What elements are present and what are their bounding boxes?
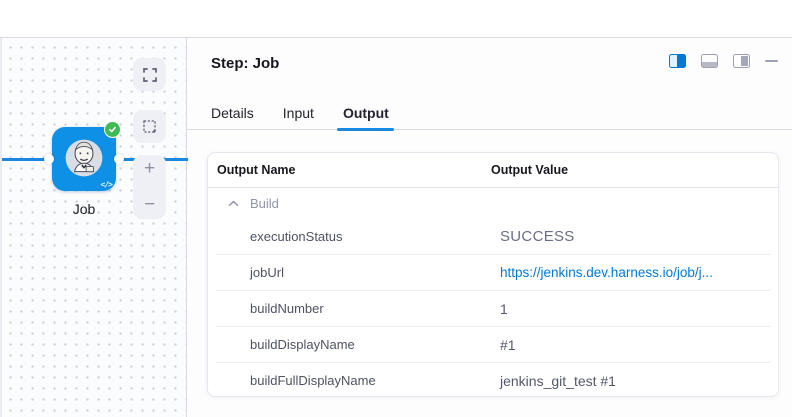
tab-output[interactable]: Output [343, 96, 389, 130]
output-value-link[interactable]: https://jenkins.dev.harness.io/job/j... [500, 265, 713, 280]
marquee-select-icon [142, 119, 158, 135]
pipeline-canvas[interactable]: </> Job + − [0, 38, 188, 417]
step-detail-panel: Step: Job Details Input Output Output Na… [186, 38, 792, 417]
table-header-row: Output Name Output Value [208, 153, 778, 188]
page-title: Step: Job [211, 55, 279, 72]
zoom-in-button[interactable]: + [144, 161, 155, 177]
output-name: jobUrl [216, 265, 500, 280]
column-header-output-value: Output Value [491, 163, 568, 177]
jenkins-mascot-icon [63, 137, 105, 179]
output-value: jenkins_git_test #1 [500, 373, 616, 389]
table-row: buildNumber 1 [216, 290, 770, 326]
top-header-bar [0, 0, 792, 38]
fullscreen-icon [142, 67, 158, 83]
minimize-panel-icon[interactable] [765, 60, 778, 63]
layout-split-right-icon[interactable] [733, 54, 750, 68]
canvas-select-button[interactable] [133, 110, 166, 143]
output-name: executionStatus [216, 229, 500, 244]
table-row: jobUrl https://jenkins.dev.harness.io/jo… [216, 254, 770, 290]
layout-split-horizontal-icon[interactable] [701, 54, 718, 68]
node-input-port[interactable] [44, 154, 54, 164]
table-row: executionStatus SUCCESS [216, 218, 770, 254]
chevron-up-icon [228, 200, 239, 207]
column-header-output-name: Output Name [208, 163, 491, 177]
zoom-out-button[interactable]: − [144, 197, 155, 213]
group-row-build[interactable]: Build [208, 188, 778, 218]
group-label: Build [250, 196, 279, 211]
tab-bar: Details Input Output [187, 96, 792, 130]
node-label: Job [52, 201, 116, 217]
code-icon: </> [101, 180, 112, 189]
pipeline-node-job[interactable]: </> [52, 127, 116, 191]
output-value: SUCCESS [500, 228, 575, 245]
table-row: buildDisplayName #1 [216, 326, 770, 362]
output-name: buildFullDisplayName [216, 373, 500, 388]
tab-input[interactable]: Input [283, 96, 314, 130]
tab-details[interactable]: Details [211, 96, 254, 130]
layout-split-vertical-icon[interactable] [669, 54, 686, 68]
output-name: buildDisplayName [216, 337, 500, 352]
panel-actions [669, 54, 778, 68]
output-value: 1 [500, 301, 508, 317]
pipeline-step-view: </> Job + − Step: Job [0, 0, 792, 417]
success-status-icon [104, 121, 121, 138]
node-output-port[interactable] [114, 154, 124, 164]
output-name: buildNumber [216, 301, 500, 316]
table-row: buildFullDisplayName jenkins_git_test #1 [216, 362, 770, 397]
canvas-zoom-controls: + − [133, 155, 166, 219]
output-table-card: Output Name Output Value Build execution… [207, 152, 779, 397]
output-value: #1 [500, 337, 516, 353]
canvas-fullscreen-button[interactable] [133, 58, 166, 91]
